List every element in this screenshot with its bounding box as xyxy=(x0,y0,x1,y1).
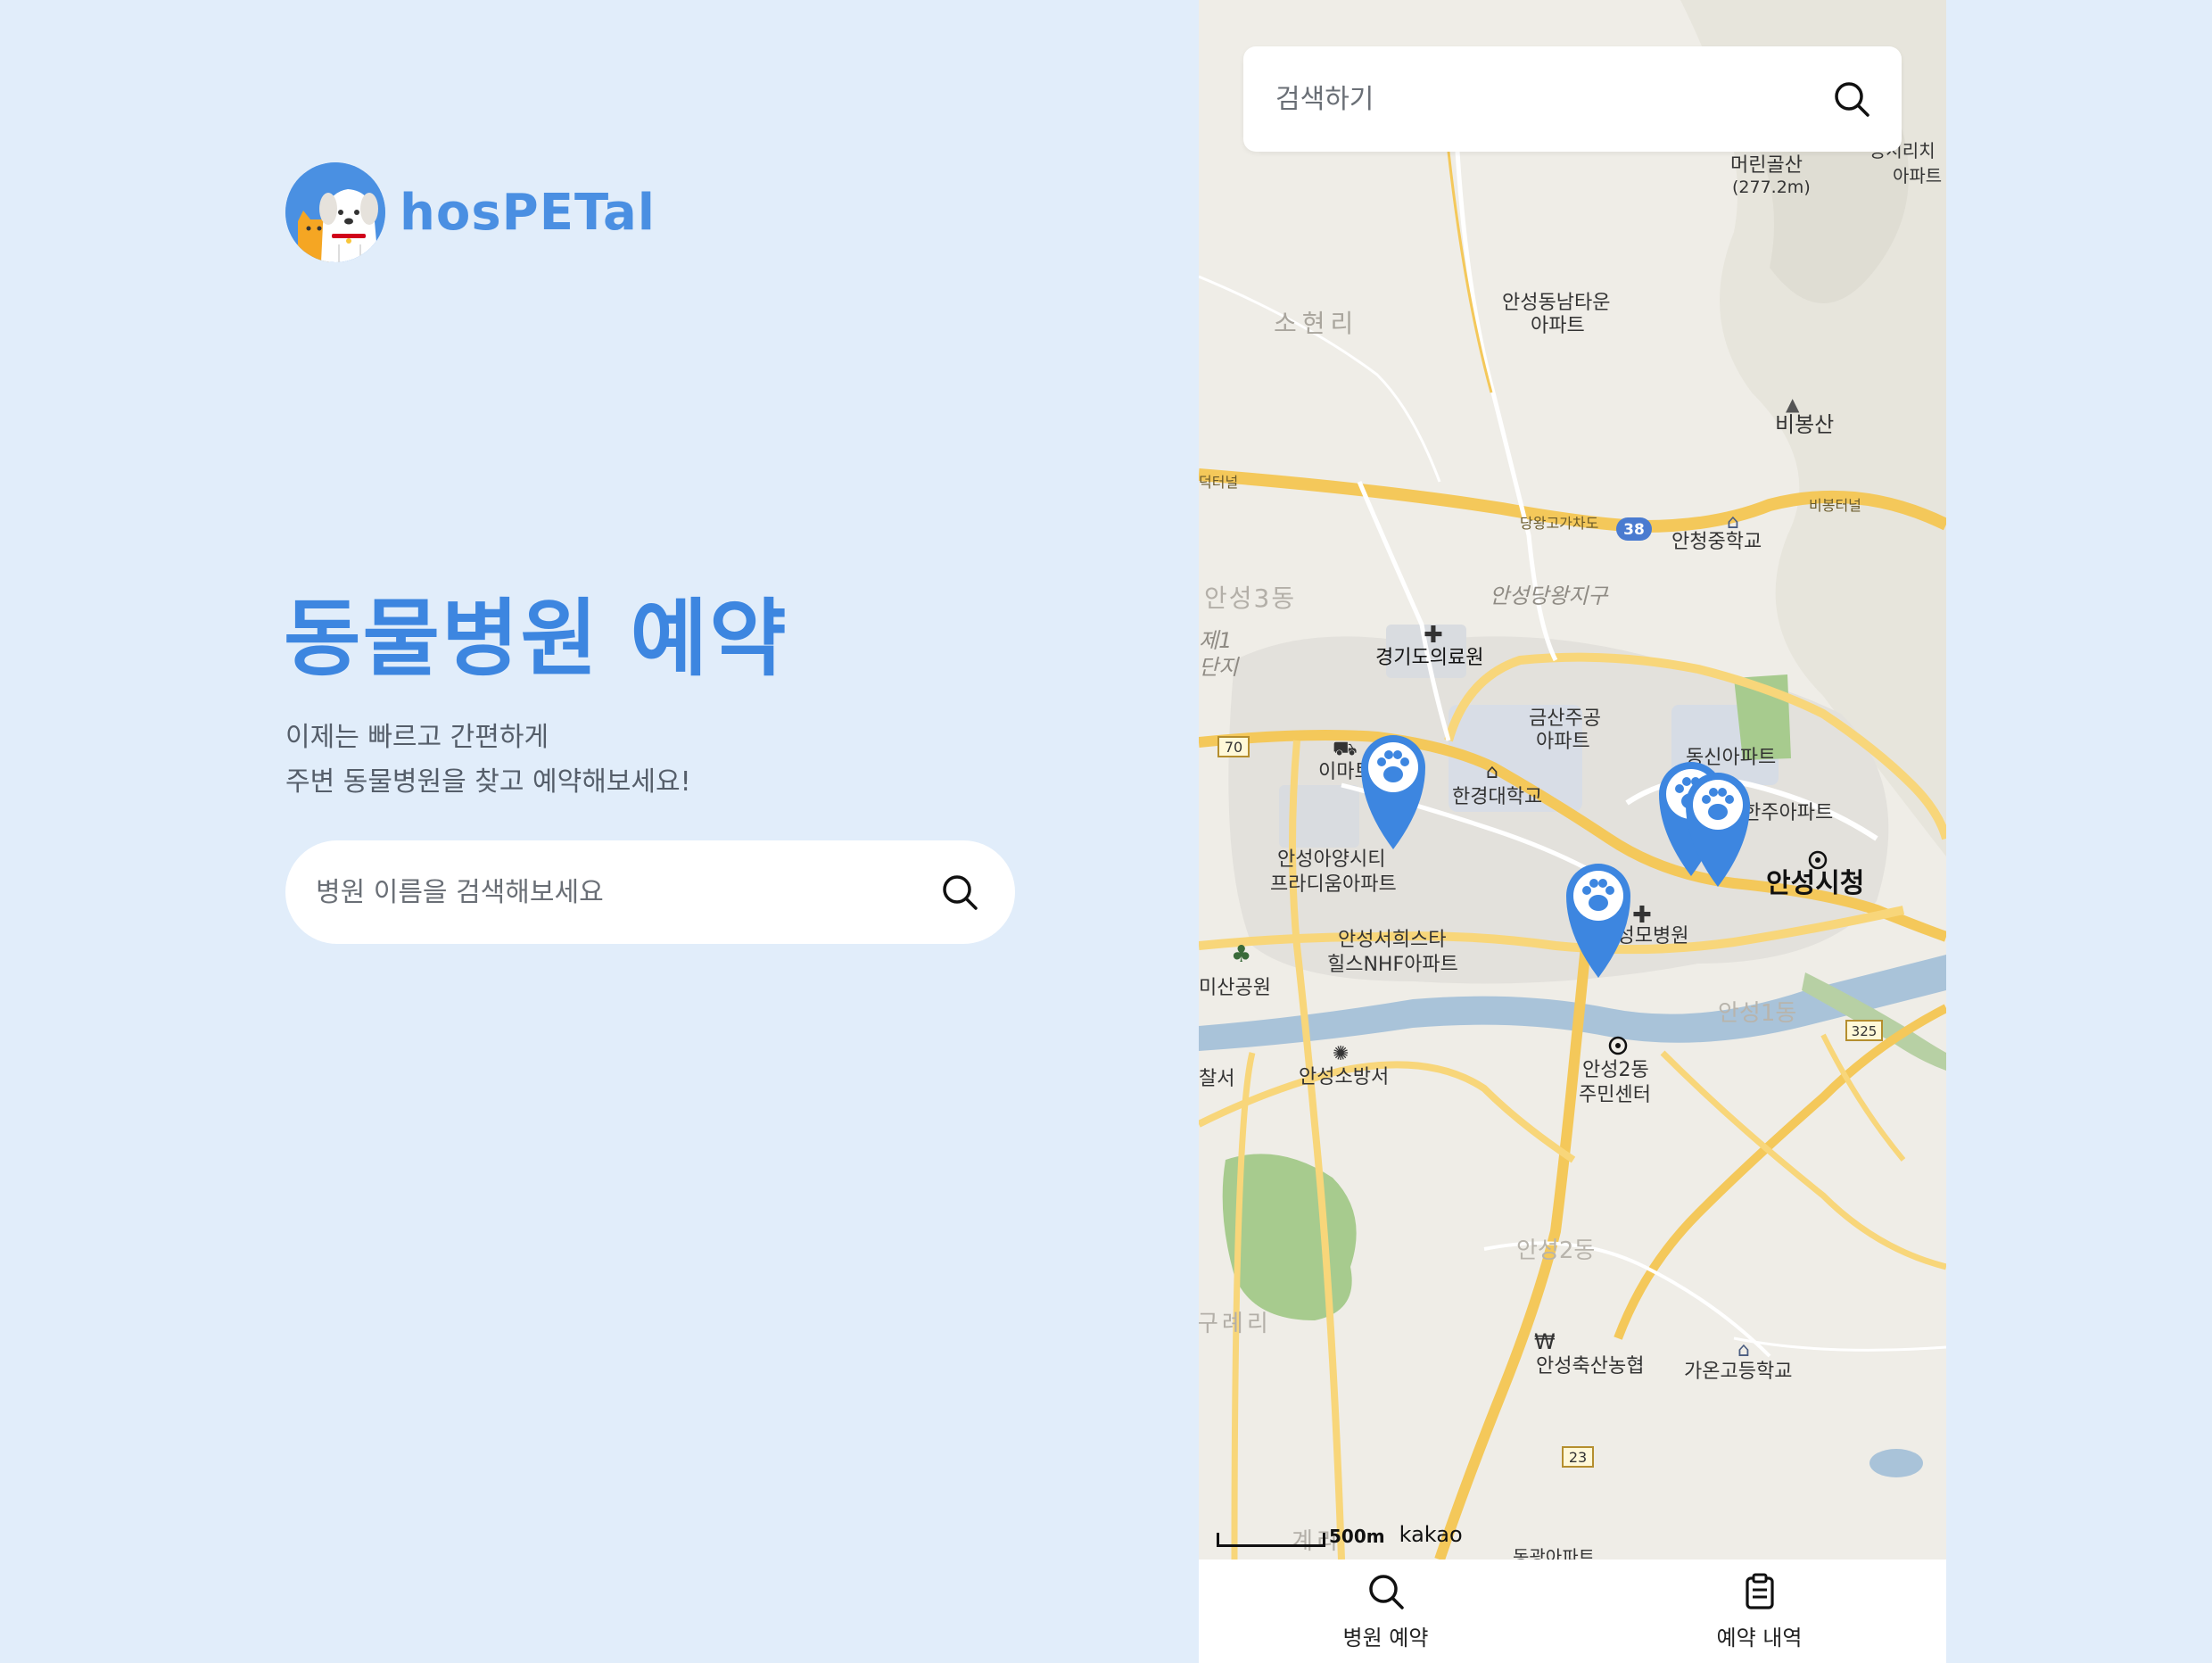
svg-text:안성당왕지구: 안성당왕지구 xyxy=(1490,583,1609,608)
svg-text:안성시청: 안성시청 xyxy=(1766,868,1864,899)
map-app: 38 70 325 23 ▲ ⌂ ✚ ✚ ⛟ ⌂ ✺ ₩ ⌂ ♣ 소현리 안성3… xyxy=(1199,0,1946,1663)
landing-panel: hosPETal 동물병원 예약 이제는 빠르고 간편하게 주변 동물병원을 찾… xyxy=(0,0,1199,1663)
hero-title: 동물병원 예약 xyxy=(284,591,788,688)
svg-text:안성1동: 안성1동 xyxy=(1718,1000,1796,1027)
brand-name: hosPETal xyxy=(400,183,656,242)
svg-text:머린골산: 머린골산 xyxy=(1730,154,1803,177)
svg-text:안성2동: 안성2동 xyxy=(1582,1059,1649,1081)
svg-text:비봉터널: 비봉터널 xyxy=(1809,497,1861,514)
school-icon: ⌂ xyxy=(1737,1339,1750,1361)
clipboard-icon xyxy=(1745,1573,1774,1609)
route-23-shield: 23 xyxy=(1562,1446,1594,1468)
svg-text:금산주공: 금산주공 xyxy=(1529,707,1601,730)
nav-booking-history-label: 예약 내역 xyxy=(1716,1625,1803,1651)
svg-text:안청중학교: 안청중학교 xyxy=(1671,531,1762,553)
svg-text:가온고등학교: 가온고등학교 xyxy=(1684,1361,1792,1383)
tree-icon: ♣ xyxy=(1231,941,1251,968)
svg-text:경기도의료원: 경기도의료원 xyxy=(1375,647,1483,669)
svg-text:안성아양시티: 안성아양시티 xyxy=(1277,848,1385,871)
svg-text:소현리: 소현리 xyxy=(1274,309,1358,338)
route-38-shield: 38 xyxy=(1616,517,1652,541)
nav-hospital-booking[interactable]: 병원 예약 xyxy=(1199,1560,1572,1663)
logo-icon xyxy=(285,162,385,262)
svg-text:아파트: 아파트 xyxy=(1536,731,1590,753)
map-canvas[interactable]: 38 70 325 23 ▲ ⌂ ✚ ✚ ⛟ ⌂ ✺ ₩ ⌂ ♣ 소현리 안성3… xyxy=(1199,0,1946,1560)
svg-text:38: 38 xyxy=(1623,521,1645,539)
svg-text:동광아파트: 동광아파트 xyxy=(1513,1546,1595,1560)
svg-text:구례리: 구례리 xyxy=(1199,1311,1272,1337)
route-70-shield: 70 xyxy=(1217,736,1250,757)
hospital-icon: ✚ xyxy=(1424,622,1443,649)
map-attribution: kakao xyxy=(1399,1522,1463,1547)
map-view[interactable]: 38 70 325 23 ▲ ⌂ ✚ ✚ ⛟ ⌂ ✺ ₩ ⌂ ♣ 소현리 안성3… xyxy=(1199,0,1946,1560)
route-325-shield: 325 xyxy=(1845,1020,1883,1041)
svg-text:찰서: 찰서 xyxy=(1199,1068,1234,1090)
svg-text:주민센터: 주민센터 xyxy=(1579,1084,1651,1106)
svg-text:안성동남타운: 안성동남타운 xyxy=(1502,292,1610,314)
svg-text:325: 325 xyxy=(1852,1023,1878,1039)
svg-text:단지: 단지 xyxy=(1199,655,1240,680)
svg-text:안성서희스타: 안성서희스타 xyxy=(1338,929,1446,951)
hero-subtitle: 이제는 빠르고 간편하게 주변 동물병원을 찾고 예약해보세요! xyxy=(285,716,691,805)
hero-subtitle-line-2: 주변 동물병원을 찾고 예약해보세요! xyxy=(285,766,691,798)
svg-text:비봉산: 비봉산 xyxy=(1775,412,1834,437)
svg-text:안성축산농협: 안성축산농협 xyxy=(1536,1355,1644,1378)
cart-icon: ⛟ xyxy=(1333,738,1358,760)
svg-text:프라디움아파트: 프라디움아파트 xyxy=(1270,873,1397,896)
hospital-search-bar xyxy=(285,840,1015,944)
nav-hospital-booking-label: 병원 예약 xyxy=(1342,1625,1429,1651)
search-icon[interactable] xyxy=(1832,79,1871,119)
university-icon: ⌂ xyxy=(1486,761,1498,783)
svg-text:덕터널: 덕터널 xyxy=(1199,474,1238,491)
bottom-navigation: 병원 예약 예약 내역 xyxy=(1199,1560,1946,1663)
brand[interactable]: hosPETal xyxy=(285,162,656,262)
svg-text:안성소방서: 안성소방서 xyxy=(1299,1066,1389,1088)
map-search-bar xyxy=(1243,46,1902,152)
nav-booking-history[interactable]: 예약 내역 xyxy=(1572,1560,1946,1663)
svg-text:힐스NHF아파트: 힐스NHF아파트 xyxy=(1327,954,1458,976)
svg-text:23: 23 xyxy=(1569,1449,1587,1466)
hero-subtitle-line-1: 이제는 빠르고 간편하게 xyxy=(285,722,549,753)
bank-icon: ₩ xyxy=(1534,1329,1556,1354)
map-scale: 500m kakao xyxy=(1217,1522,1463,1547)
search-icon[interactable] xyxy=(940,873,979,912)
svg-text:70: 70 xyxy=(1225,739,1242,756)
svg-text:당왕고가차도: 당왕고가차도 xyxy=(1520,515,1598,532)
hospital-search-input[interactable] xyxy=(316,876,940,908)
svg-text:아파트: 아파트 xyxy=(1893,165,1942,186)
fire-station-icon: ✺ xyxy=(1333,1043,1349,1065)
scale-bar xyxy=(1217,1533,1325,1547)
svg-text:아파트: 아파트 xyxy=(1531,315,1585,337)
svg-text:안성2동: 안성2동 xyxy=(1516,1237,1595,1264)
svg-text:한경대학교: 한경대학교 xyxy=(1452,786,1542,808)
svg-text:안성3동: 안성3동 xyxy=(1204,583,1296,613)
map-search-input[interactable] xyxy=(1275,83,1832,115)
search-icon xyxy=(1368,1574,1404,1609)
svg-text:제1: 제1 xyxy=(1199,628,1232,653)
svg-text:한주아파트: 한주아파트 xyxy=(1743,802,1833,824)
svg-text:미산공원: 미산공원 xyxy=(1199,977,1271,999)
svg-text:(277.2m): (277.2m) xyxy=(1732,178,1811,197)
scale-label: 500m xyxy=(1329,1526,1385,1547)
